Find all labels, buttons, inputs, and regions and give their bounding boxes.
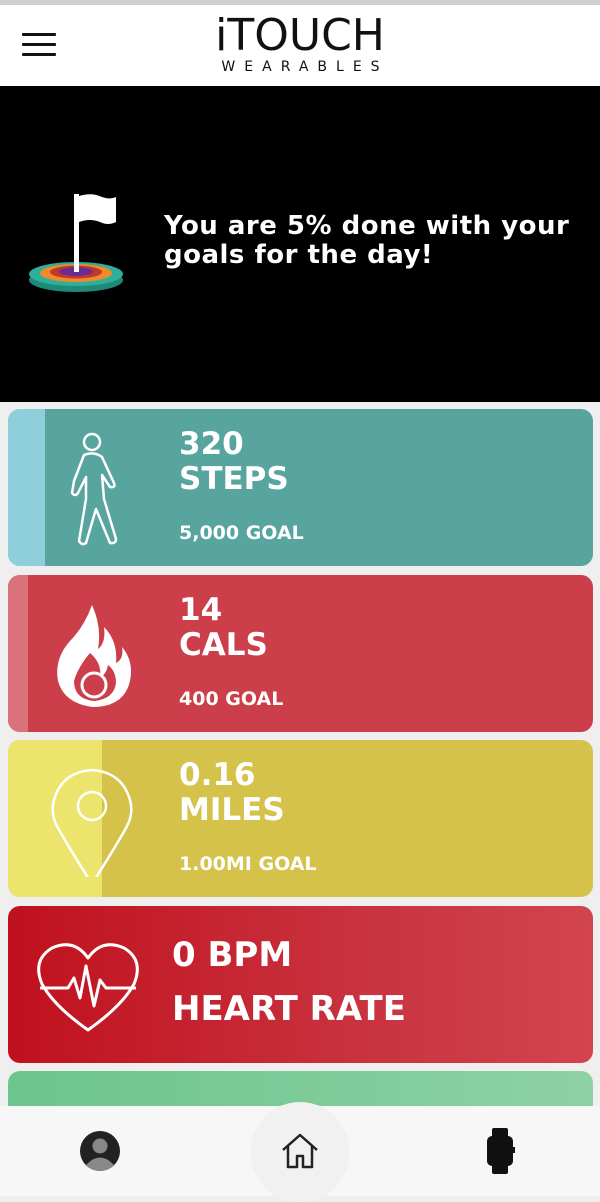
- nav-watch-button[interactable]: [460, 1106, 540, 1196]
- steps-goal: 5,000 GOAL: [179, 522, 304, 544]
- heart-rate-value: 0 BPM: [172, 935, 293, 975]
- profile-icon: [80, 1131, 120, 1171]
- miles-unit: MILES: [179, 792, 285, 828]
- home-icon: [282, 1133, 318, 1169]
- hamburger-menu-button[interactable]: [22, 33, 58, 61]
- daily-goal-banner: You are 5% done with your goals for the …: [0, 86, 600, 402]
- menu-bar: [22, 43, 56, 46]
- miles-value: 0.16: [179, 757, 256, 793]
- calories-unit: CALS: [179, 627, 268, 663]
- calories-value: 14: [179, 592, 223, 628]
- steps-progress-fill: [8, 409, 46, 566]
- nav-profile-button[interactable]: [60, 1106, 140, 1196]
- calories-progress-fill: [8, 575, 29, 732]
- steps-value: 320: [179, 426, 244, 462]
- heart-pulse-icon: [37, 943, 139, 1032]
- logo-sub-text: WEARABLES: [221, 59, 389, 75]
- bottom-navigation: [0, 1102, 600, 1202]
- nav-home-button[interactable]: [250, 1102, 350, 1202]
- miles-goal: 1.00MI GOAL: [179, 853, 317, 875]
- goal-progress-message: You are 5% done with your goals for the …: [164, 211, 570, 270]
- heart-rate-card[interactable]: 0 BPM HEART RATE: [8, 906, 593, 1063]
- calories-goal: 400 GOAL: [179, 688, 284, 710]
- goal-flag-icon: [29, 194, 123, 292]
- steps-unit: STEPS: [179, 461, 289, 497]
- steps-card[interactable]: 320 STEPS 5,000 GOAL: [8, 409, 593, 566]
- walking-person-icon: [70, 432, 118, 546]
- app-logo: iTOUCH WEARABLES: [180, 10, 420, 76]
- menu-bar: [22, 33, 56, 36]
- app-header: iTOUCH WEARABLES: [0, 5, 600, 86]
- logo-main-text: iTOUCH: [215, 10, 385, 61]
- calories-card[interactable]: 14 CALS 400 GOAL: [8, 575, 593, 732]
- location-pin-icon: [51, 768, 133, 877]
- miles-card[interactable]: 0.16 MILES 1.00MI GOAL: [8, 740, 593, 897]
- heart-rate-label: HEART RATE: [172, 989, 406, 1029]
- menu-bar: [22, 53, 56, 56]
- watch-icon: [487, 1128, 515, 1174]
- flame-icon: [57, 605, 132, 707]
